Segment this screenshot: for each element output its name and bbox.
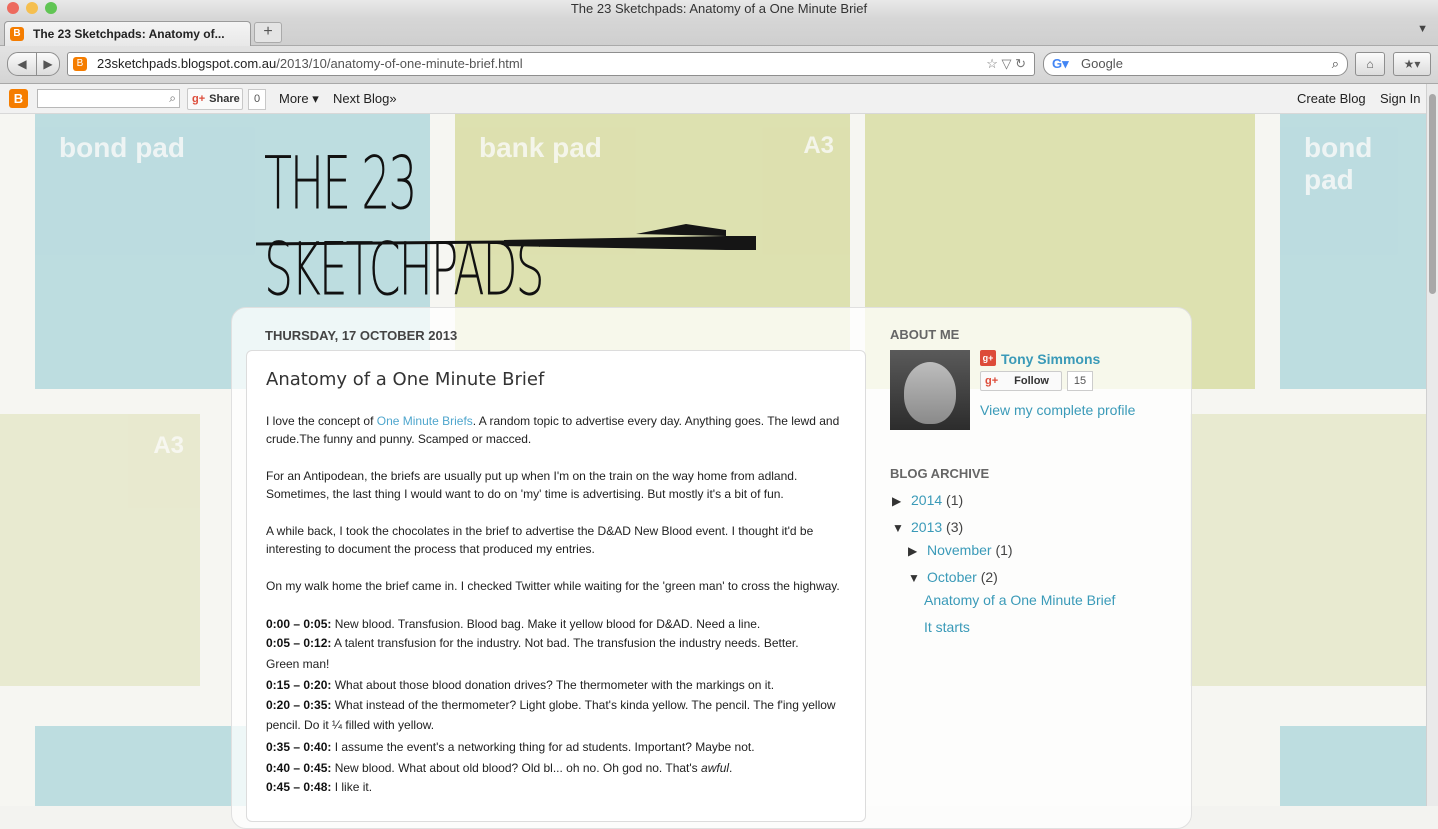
search-icon[interactable]: ⌕ <box>1332 53 1339 75</box>
sketchpad-image <box>1190 414 1426 686</box>
star-icon[interactable]: ☆ <box>986 56 998 71</box>
profile-name-link[interactable]: Tony Simmons <box>1001 351 1100 367</box>
tab-list-icon[interactable]: ▼ <box>1417 23 1428 35</box>
sign-in-link[interactable]: Sign In <box>1380 84 1420 113</box>
blog-archive-heading: BLOG ARCHIVE <box>890 466 990 481</box>
url-text[interactable]: 23sketchpads.blogspot.com.au/2013/10/ana… <box>97 53 523 75</box>
google-plus-icon: g+ <box>980 350 996 366</box>
timeline-entry: 0:45 – 0:48: I like it. <box>266 780 373 794</box>
blog-header-logo[interactable]: THE 23 SKETCHPADS <box>256 140 766 312</box>
archive-month-november[interactable]: November (1) <box>927 542 1013 558</box>
view-profile-link[interactable]: View my complete profile <box>980 402 1135 418</box>
minimize-window-button[interactable] <box>26 2 38 14</box>
window-title: The 23 Sketchpads: Anatomy of a One Minu… <box>570 1 868 16</box>
blog-search-input[interactable]: ⌕ <box>37 89 180 108</box>
zoom-window-button[interactable] <box>45 2 57 14</box>
collapse-triangle-icon[interactable]: ▼ <box>908 571 920 585</box>
expand-triangle-icon[interactable]: ▶ <box>908 544 917 558</box>
sketchpad-image: bond pad <box>1280 114 1426 389</box>
archive-post-link[interactable]: Anatomy of a One Minute Brief <box>924 592 1115 608</box>
blogger-icon[interactable]: B <box>9 89 28 108</box>
search-icon[interactable]: ⌕ <box>169 90 176 107</box>
home-icon: ⌂ <box>1366 57 1374 71</box>
home-button[interactable]: ⌂ <box>1355 52 1385 76</box>
scrollbar-thumb[interactable] <box>1429 94 1436 294</box>
navigation-toolbar: ◀ ▶ B 23sketchpads.blogspot.com.au/2013/… <box>0 46 1438 84</box>
next-blog-link[interactable]: Next Blog» <box>333 84 397 113</box>
post-date: THURSDAY, 17 OCTOBER 2013 <box>265 328 458 343</box>
search-input[interactable]: Google <box>1081 53 1123 75</box>
archive-year-2013[interactable]: 2013 (3) <box>911 519 963 535</box>
new-tab-button[interactable]: + <box>254 22 282 43</box>
post-title[interactable]: Anatomy of a One Minute Brief <box>266 369 544 390</box>
about-me-heading: ABOUT ME <box>890 327 960 342</box>
timeline-entry: 0:35 – 0:40: I assume the event's a netw… <box>266 740 755 754</box>
timeline-entry: 0:40 – 0:45: New blood. What about old b… <box>266 761 733 775</box>
timeline-entry: 0:00 – 0:05: New blood. Transfusion. Blo… <box>266 617 761 631</box>
post-paragraph: A while back, I took the chocolates in t… <box>266 524 814 556</box>
tab-bar: B The 23 Sketchpads: Anatomy of... + ▼ <box>0 19 1438 46</box>
sketchpad-image: A3 <box>0 414 200 686</box>
search-bar[interactable]: G▾ Google ⌕ <box>1043 52 1348 76</box>
share-button[interactable]: g+ Share <box>187 88 243 110</box>
sketchpad-image <box>1280 726 1426 806</box>
timeline-entry: 0:15 – 0:20: What about those blood dona… <box>266 678 775 692</box>
archive-month-october[interactable]: October (2) <box>927 569 998 585</box>
follow-count: 15 <box>1067 371 1093 391</box>
forward-button[interactable]: ▶ <box>36 52 60 76</box>
archive-post-link[interactable]: It starts <box>924 619 970 635</box>
tab-title: The 23 Sketchpads: Anatomy of... <box>33 27 225 41</box>
avatar[interactable] <box>890 350 970 430</box>
timeline-entry: 0:20 – 0:35: What instead of the thermom… <box>266 698 836 732</box>
bookmark-icon: ★▾ <box>1403 57 1421 71</box>
google-plus-icon: g+ <box>985 375 999 387</box>
dropdown-icon[interactable]: ▽ <box>1001 56 1011 71</box>
tab-active[interactable]: B The 23 Sketchpads: Anatomy of... <box>4 21 251 46</box>
follow-button[interactable]: g+ Follow <box>980 371 1062 391</box>
url-actions: ☆ ▽ ↻ <box>986 53 1026 75</box>
pen-icon <box>256 224 756 250</box>
create-blog-link[interactable]: Create Blog <box>1297 84 1366 113</box>
blogger-icon: B <box>73 57 87 71</box>
google-icon[interactable]: G▾ <box>1052 56 1069 72</box>
blogger-icon: B <box>10 27 24 41</box>
scrollbar[interactable] <box>1426 84 1438 806</box>
blogger-navbar: B ⌕ g+ Share 0 More ▾ Next Blog» Create B… <box>0 84 1438 114</box>
timeline-entry: Green man! <box>266 657 330 671</box>
post-paragraph: For an Antipodean, the briefs are usuall… <box>266 469 798 501</box>
close-window-button[interactable] <box>7 2 19 14</box>
bookmarks-button[interactable]: ★▾ <box>1393 52 1431 76</box>
one-minute-briefs-link[interactable]: One Minute Briefs <box>377 414 473 428</box>
google-plus-icon: g+ <box>192 93 206 105</box>
timeline-entry: 0:05 – 0:12: A talent transfusion for th… <box>266 636 799 650</box>
address-bar[interactable]: B 23sketchpads.blogspot.com.au/2013/10/a… <box>67 52 1035 76</box>
post-paragraph: On my walk home the brief came in. I che… <box>266 579 840 593</box>
post-paragraph: I love the concept of One Minute Briefs.… <box>266 414 840 446</box>
reload-icon[interactable]: ↻ <box>1015 56 1026 71</box>
expand-triangle-icon[interactable]: ▶ <box>892 494 901 508</box>
collapse-triangle-icon[interactable]: ▼ <box>892 521 904 535</box>
share-count: 0 <box>248 89 266 110</box>
back-button[interactable]: ◀ <box>7 52 37 76</box>
window-titlebar: The 23 Sketchpads: Anatomy of a One Minu… <box>0 0 1438 19</box>
more-menu[interactable]: More ▾ <box>279 84 319 113</box>
archive-year-2014[interactable]: 2014 (1) <box>911 492 963 508</box>
